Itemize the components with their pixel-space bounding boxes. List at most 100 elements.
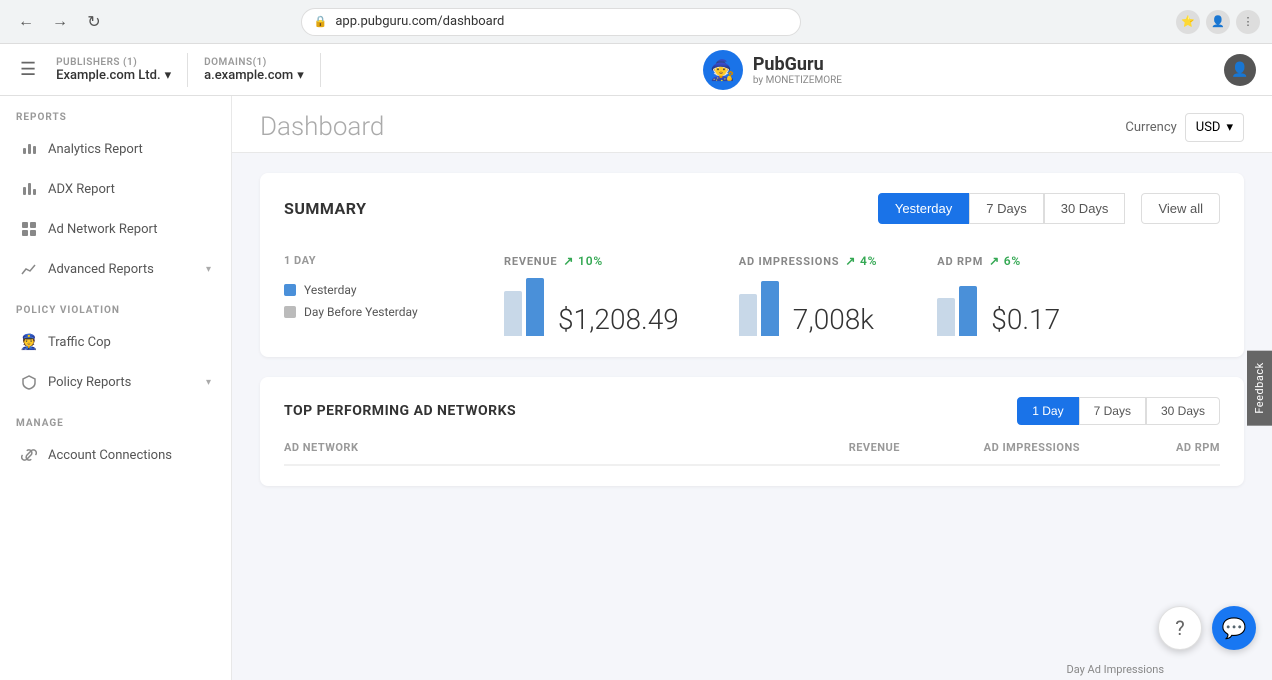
lock-icon: 🔒 (314, 15, 328, 28)
manage-section-label: MANAGE (0, 402, 231, 435)
ad-impressions-bar-prev (739, 294, 757, 336)
chevron-down-icon: ▾ (206, 377, 211, 388)
legend-yesterday: Yesterday (284, 283, 504, 297)
help-icon: ? (1175, 616, 1184, 640)
shield-icon (20, 373, 38, 391)
sidebar-item-analytics-report[interactable]: Analytics Report (4, 130, 227, 168)
ad-impressions-label: AD IMPRESSIONS ↗ 4% (739, 254, 877, 268)
ad-impressions-value-row: 7,008k (739, 276, 877, 336)
top-performing-header: TOP PERFORMING AD NETWORKS 1 Day 7 Days … (284, 397, 1220, 425)
hamburger-button[interactable]: ☰ (16, 55, 40, 84)
revenue-bar-prev (504, 291, 522, 336)
main-content: Dashboard Currency USD ▾ SUMMARY Yesterd… (232, 96, 1272, 680)
ad-impressions-trend: ↗ 4% (845, 254, 877, 268)
chevron-down-icon: ▾ (165, 68, 172, 83)
top-performing-tabs: 1 Day 7 Days 30 Days (1017, 397, 1220, 425)
metric-ad-impressions: AD IMPRESSIONS ↗ 4% 7,008k (739, 254, 877, 336)
ad-impressions-bars (739, 276, 779, 336)
logo-name: PubGuru (753, 54, 824, 75)
ad-impressions-value: 7,008k (793, 303, 874, 336)
bar-chart-icon (20, 140, 38, 158)
legend-day-before-label: Day Before Yesterday (304, 305, 418, 319)
top-tab-1day[interactable]: 1 Day (1017, 397, 1078, 425)
sidebar-item-advanced-reports[interactable]: Advanced Reports ▾ (4, 250, 227, 288)
revenue-bars (504, 276, 544, 336)
metrics-grid: REVENUE ↗ 10% $1,208.49 (504, 244, 1220, 337)
chevron-down-icon: ▾ (206, 264, 211, 275)
summary-section: SUMMARY Yesterday 7 Days 30 Days View al… (260, 173, 1244, 357)
sidebar-item-account-connections[interactable]: Account Connections (4, 436, 227, 474)
summary-title: SUMMARY (284, 199, 367, 218)
ad-rpm-bars (937, 276, 977, 336)
domain-name-dropdown[interactable]: a.example.com ▾ (204, 68, 304, 83)
metric-revenue: REVENUE ↗ 10% $1,208.49 (504, 254, 679, 336)
col-ad-rpm: Ad RPM (1080, 441, 1220, 454)
period-label: 1 DAY (284, 254, 504, 267)
ad-impressions-bar-curr (761, 281, 779, 336)
revenue-trend: ↗ 10% (563, 254, 603, 268)
forward-button[interactable]: → (46, 8, 74, 36)
top-tab-30days[interactable]: 30 Days (1146, 397, 1220, 425)
legend-dot-day-before (284, 306, 296, 318)
top-tab-7days[interactable]: 7 Days (1079, 397, 1146, 425)
currency-dropdown[interactable]: USD ▾ (1185, 113, 1244, 142)
menu-button[interactable]: ⋮ (1236, 10, 1260, 34)
ad-rpm-label: AD RPM ↗ 6% (937, 254, 1060, 268)
browser-nav-buttons: ← → ↻ (12, 8, 108, 36)
page-header: Dashboard Currency USD ▾ (232, 96, 1272, 153)
profile-button[interactable]: 👤 (1206, 10, 1230, 34)
logo-subtitle: by MONETIZEMORE (753, 75, 842, 86)
link-icon (20, 446, 38, 464)
sidebar-item-ad-network-report[interactable]: Ad Network Report (4, 210, 227, 248)
logo-icon: 🧙 (703, 50, 743, 90)
account-connections-label: Account Connections (48, 448, 211, 463)
avatar-button[interactable]: 👤 (1224, 54, 1256, 86)
view-all-button[interactable]: View all (1141, 193, 1220, 224)
currency-value: USD (1196, 120, 1221, 135)
sidebar-item-adx-report[interactable]: ADX Report (4, 170, 227, 208)
logo-center: 🧙 PubGuru by MONETIZEMORE (321, 50, 1224, 90)
publishers-label: PUBLISHERS (1) (56, 57, 171, 68)
page-title: Dashboard (260, 112, 384, 142)
domain-block: DOMAINS(1) a.example.com ▾ (188, 53, 321, 87)
top-performing-title: TOP PERFORMING AD NETWORKS (284, 403, 516, 419)
ad-rpm-bar-curr (959, 286, 977, 336)
back-button[interactable]: ← (12, 8, 40, 36)
summary-controls: Yesterday 7 Days 30 Days View all (878, 193, 1220, 224)
analytics-report-label: Analytics Report (48, 142, 211, 157)
col-ad-impressions: Ad Impressions (900, 441, 1080, 454)
metric-ad-rpm: AD RPM ↗ 6% $0.17 (937, 254, 1060, 336)
sidebar-item-traffic-cop[interactable]: 👮 Traffic Cop (4, 323, 227, 361)
ad-network-report-label: Ad Network Report (48, 222, 211, 237)
browser-actions: ⭐ 👤 ⋮ (1176, 10, 1260, 34)
app-container: REPORTS Analytics Report ADX Report (0, 96, 1272, 680)
header-right: 👤 (1224, 54, 1256, 86)
tab-yesterday[interactable]: Yesterday (878, 193, 969, 224)
table-header: Ad Network Revenue Ad Impressions Ad RPM (284, 441, 1220, 466)
summary-tabs: Yesterday 7 Days 30 Days (878, 193, 1134, 224)
revenue-value-row: $1,208.49 (504, 276, 679, 336)
help-button[interactable]: ? (1158, 606, 1202, 650)
reports-section-label: REPORTS (0, 96, 231, 129)
publisher-block: PUBLISHERS (1) Example.com Ltd. ▾ (40, 53, 188, 87)
currency-section: Currency USD ▾ (1125, 113, 1244, 142)
tab-30days[interactable]: 30 Days (1044, 193, 1126, 224)
sidebar-item-policy-reports[interactable]: Policy Reports ▾ (4, 363, 227, 401)
publisher-name-dropdown[interactable]: Example.com Ltd. ▾ (56, 68, 171, 83)
traffic-cop-label: Traffic Cop (48, 335, 211, 350)
chat-button[interactable]: 💬 (1212, 606, 1256, 650)
adx-report-label: ADX Report (48, 182, 211, 197)
refresh-button[interactable]: ↻ (80, 8, 108, 36)
tab-7days[interactable]: 7 Days (969, 193, 1043, 224)
header-left: ☰ PUBLISHERS (1) Example.com Ltd. ▾ DOMA… (16, 53, 321, 87)
revenue-label: REVENUE ↗ 10% (504, 254, 679, 268)
currency-label: Currency (1125, 120, 1176, 135)
legend-dot-yesterday (284, 284, 296, 296)
feedback-tab[interactable]: Feedback (1247, 350, 1272, 425)
extensions-button[interactable]: ⭐ (1176, 10, 1200, 34)
domains-label: DOMAINS(1) (204, 57, 304, 68)
address-bar[interactable]: 🔒 app.pubguru.com/dashboard (301, 8, 801, 36)
browser-bar: ← → ↻ 🔒 app.pubguru.com/dashboard ⭐ 👤 ⋮ (0, 0, 1272, 44)
sidebar: REPORTS Analytics Report ADX Report (0, 96, 232, 680)
app-header: ☰ PUBLISHERS (1) Example.com Ltd. ▾ DOMA… (0, 44, 1272, 96)
